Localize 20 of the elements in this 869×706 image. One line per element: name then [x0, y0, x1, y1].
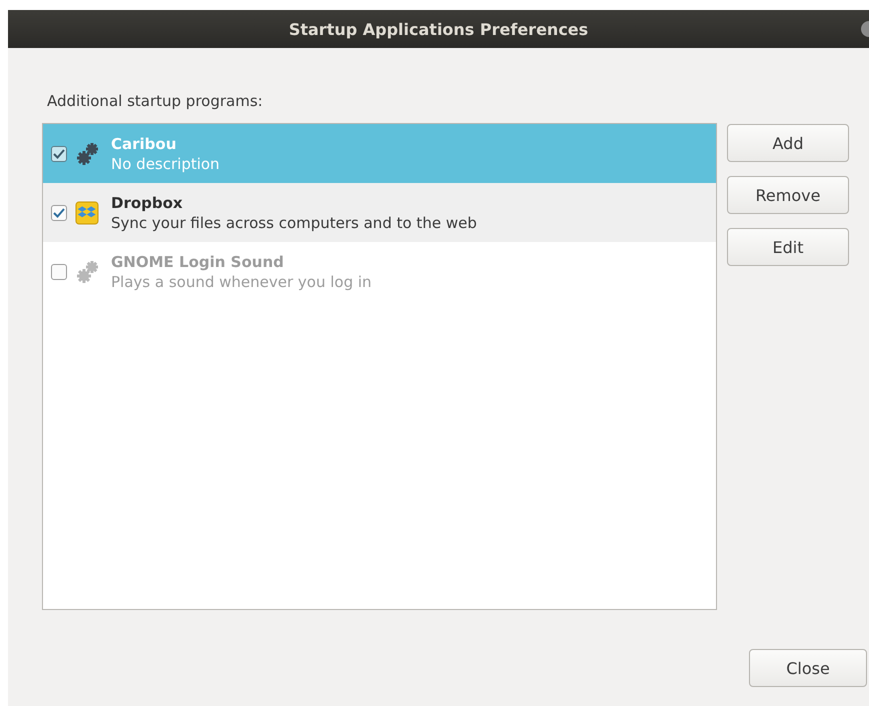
- gears-icon: [75, 142, 99, 166]
- program-row[interactable]: Dropbox Sync your files across computers and to the web: [43, 183, 716, 242]
- program-name: GNOME Login Sound: [111, 252, 285, 272]
- action-button[interactable]: Edit: [727, 228, 849, 266]
- checkbox[interactable]: [51, 146, 67, 162]
- action-button[interactable]: Add: [727, 124, 849, 162]
- program-description: No description: [111, 154, 220, 174]
- action-button[interactable]: Remove: [727, 176, 849, 214]
- program-description: Plays a sound whenever you log in: [111, 272, 372, 292]
- program-name: Caribou: [111, 134, 178, 154]
- list-label: Additional startup programs:: [46, 92, 264, 112]
- box-icon: [75, 200, 99, 224]
- check-icon: [52, 146, 66, 160]
- check-icon: [52, 206, 66, 220]
- window-title: Startup Applications Preferences: [288, 20, 588, 38]
- program-description: Sync your files across computers and to the web: [111, 212, 477, 232]
- checkbox[interactable]: [51, 204, 67, 220]
- program-name: Dropbox: [111, 192, 184, 212]
- close-button[interactable]: Close: [749, 649, 867, 687]
- gears-icon: [75, 260, 99, 284]
